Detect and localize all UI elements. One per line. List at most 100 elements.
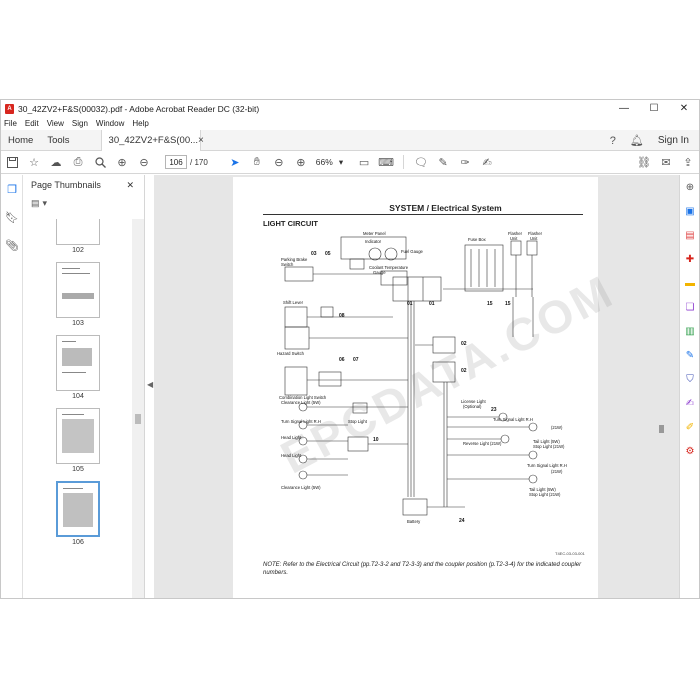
highlight-icon[interactable]: ✑ bbox=[454, 151, 476, 174]
email-icon[interactable]: ✉ bbox=[655, 151, 677, 174]
coupler-07: 07 bbox=[353, 357, 359, 363]
tab-bar-right: ? 🔔︎ Sign In bbox=[610, 130, 689, 151]
upload-cloud-icon[interactable]: ☁ bbox=[45, 151, 67, 174]
thumbnail-image bbox=[56, 219, 100, 245]
thumbnail-103[interactable]: 103 bbox=[23, 262, 133, 327]
page-total: / 170 bbox=[190, 157, 208, 167]
chevron-down-icon: ▾ bbox=[338, 156, 344, 167]
label-hazard-switch: Hazard Switch bbox=[277, 351, 305, 356]
fill-sign-icon[interactable]: ✎ bbox=[680, 343, 699, 367]
coupler-01a: 01 bbox=[407, 301, 413, 307]
menu-window[interactable]: Window bbox=[96, 119, 124, 128]
thumbnail-105[interactable]: 105 bbox=[23, 408, 133, 473]
request-signature-icon[interactable]: ✍︎ bbox=[680, 391, 699, 415]
next-page-icon[interactable]: ⊖ bbox=[133, 151, 155, 174]
menu-edit[interactable]: Edit bbox=[25, 119, 39, 128]
edit-pdf-icon[interactable]: ✚ bbox=[680, 247, 699, 271]
scrollbar-thumb[interactable] bbox=[659, 425, 664, 433]
document-view[interactable]: EPCDATA.COM SYSTEM / Electrical System L… bbox=[154, 175, 679, 598]
label-shift-lever: Shift Lever bbox=[283, 300, 304, 305]
tab-document-label: 30_42ZV2+F&S(00... bbox=[108, 134, 199, 146]
share-link-icon[interactable]: ⛓ bbox=[633, 151, 655, 174]
notifications-bell-icon[interactable]: 🔔︎ bbox=[630, 134, 644, 147]
label-fuel-gauge: Fuel Gauge bbox=[401, 249, 424, 254]
label-gauge: Gauge bbox=[373, 270, 386, 275]
tab-close-icon[interactable]: × bbox=[198, 135, 204, 146]
coupler-08: 08 bbox=[339, 313, 345, 319]
select-cursor-icon[interactable]: ➤ bbox=[224, 151, 246, 174]
send-for-review-icon[interactable]: ✐ bbox=[680, 415, 699, 439]
bookmark-star-icon[interactable]: ☆ bbox=[23, 151, 45, 174]
label-stop-light-switch: Stop Light bbox=[348, 419, 368, 424]
share-icon[interactable]: ⇪ bbox=[677, 151, 699, 174]
zoom-select[interactable]: 66% ▾ bbox=[316, 157, 343, 168]
thumbnail-102[interactable]: 102 bbox=[23, 219, 133, 254]
thumbnail-label: 105 bbox=[72, 466, 84, 473]
organize-pages-icon[interactable]: ▥ bbox=[680, 319, 699, 343]
document-scrollbar[interactable] bbox=[657, 175, 667, 598]
page-number-input[interactable]: 106 bbox=[165, 155, 187, 169]
coupler-06: 06 bbox=[339, 357, 345, 363]
zoom-out-icon[interactable]: ⊖ bbox=[268, 151, 290, 174]
keyboard-icon[interactable]: ⌨ bbox=[375, 151, 397, 174]
create-pdf-icon[interactable]: ▤ bbox=[680, 223, 699, 247]
hand-tool-icon[interactable]: ✋︎ bbox=[246, 151, 268, 174]
menu-sign[interactable]: Sign bbox=[72, 119, 88, 128]
protect-icon[interactable]: ⛉ bbox=[680, 367, 699, 391]
page-fit-icon[interactable]: ▭ bbox=[353, 151, 375, 174]
label-battery: Battery bbox=[407, 519, 421, 524]
thumbnail-line bbox=[62, 268, 80, 270]
coupler-02a: 02 bbox=[461, 341, 467, 347]
print-icon[interactable]: ⎙ bbox=[67, 151, 89, 174]
thumbnail-106[interactable]: 106 bbox=[23, 481, 133, 546]
pen-icon[interactable]: ✎ bbox=[432, 151, 454, 174]
export-pdf-icon[interactable]: ▣ bbox=[680, 199, 699, 223]
thumbnail-104[interactable]: 104 bbox=[23, 335, 133, 400]
thumbnail-line bbox=[62, 372, 86, 374]
acrobat-window: A 30_42ZV2+F&S(00032).pdf - Adobe Acroba… bbox=[0, 99, 700, 599]
help-icon[interactable]: ? bbox=[610, 135, 616, 147]
thumbnail-line bbox=[62, 419, 94, 453]
combine-files-icon[interactable]: ❏ bbox=[680, 295, 699, 319]
label-switch: Switch bbox=[281, 262, 294, 267]
comment-icon[interactable]: 🗨︎ bbox=[410, 151, 432, 174]
thumbnails-icon[interactable]: ❐ bbox=[1, 175, 23, 203]
menu-view[interactable]: View bbox=[47, 119, 64, 128]
comment-tool-icon[interactable]: ▬ bbox=[680, 271, 699, 295]
thumbnail-scrollbar[interactable] bbox=[132, 219, 144, 598]
pdf-page: EPCDATA.COM SYSTEM / Electrical System L… bbox=[233, 177, 622, 598]
bookmark-icon[interactable]: 🔖︎ bbox=[1, 203, 23, 231]
page-note: NOTE: Refer to the Electrical Circuit (p… bbox=[263, 562, 582, 576]
window-title: 30_42ZV2+F&S(00032).pdf - Adobe Acrobat … bbox=[18, 103, 260, 114]
more-tools-icon[interactable]: ⚙ bbox=[680, 439, 699, 463]
save-icon[interactable] bbox=[1, 151, 23, 174]
attachment-icon[interactable]: 📎︎ bbox=[1, 231, 23, 259]
close-panel-icon[interactable]: ✕ bbox=[126, 180, 134, 191]
close-window-button[interactable]: ✕ bbox=[669, 100, 699, 117]
menu-file[interactable]: File bbox=[4, 119, 17, 128]
sign-in-button[interactable]: Sign In bbox=[658, 135, 689, 146]
tab-tools[interactable]: Tools bbox=[40, 130, 76, 151]
maximize-button[interactable]: ☐ bbox=[639, 100, 669, 117]
thumbnail-line bbox=[62, 414, 84, 416]
label-optional: (Optional) bbox=[463, 404, 482, 409]
minimize-button[interactable]: — bbox=[609, 100, 639, 117]
thumbnail-image bbox=[56, 262, 100, 318]
collapse-panel-icon[interactable]: ◀ bbox=[147, 380, 153, 389]
menu-help[interactable]: Help bbox=[132, 119, 148, 128]
acrobat-icon: A bbox=[5, 103, 14, 114]
panel-options[interactable]: ▤ ▾ bbox=[23, 195, 144, 211]
zoom-in-icon[interactable]: ⊕ bbox=[290, 151, 312, 174]
search-icon[interactable] bbox=[89, 151, 111, 174]
coupler-24: 24 bbox=[459, 518, 465, 524]
sign-icon[interactable]: ✍︎ bbox=[476, 151, 498, 174]
zoom-search-icon[interactable]: ⊕ bbox=[680, 175, 699, 199]
label-meter-panel: Meter Panel bbox=[363, 231, 386, 236]
scrollbar-thumb[interactable] bbox=[135, 414, 141, 424]
thumbnail-options-icon[interactable]: ▤ bbox=[31, 198, 40, 209]
thumbnail-image bbox=[56, 408, 100, 464]
previous-page-icon[interactable]: ⊕ bbox=[111, 151, 133, 174]
tab-document[interactable]: 30_42ZV2+F&S(00... × bbox=[100, 129, 204, 151]
coupler-03: 03 bbox=[311, 251, 317, 257]
tab-home[interactable]: Home bbox=[1, 130, 40, 151]
